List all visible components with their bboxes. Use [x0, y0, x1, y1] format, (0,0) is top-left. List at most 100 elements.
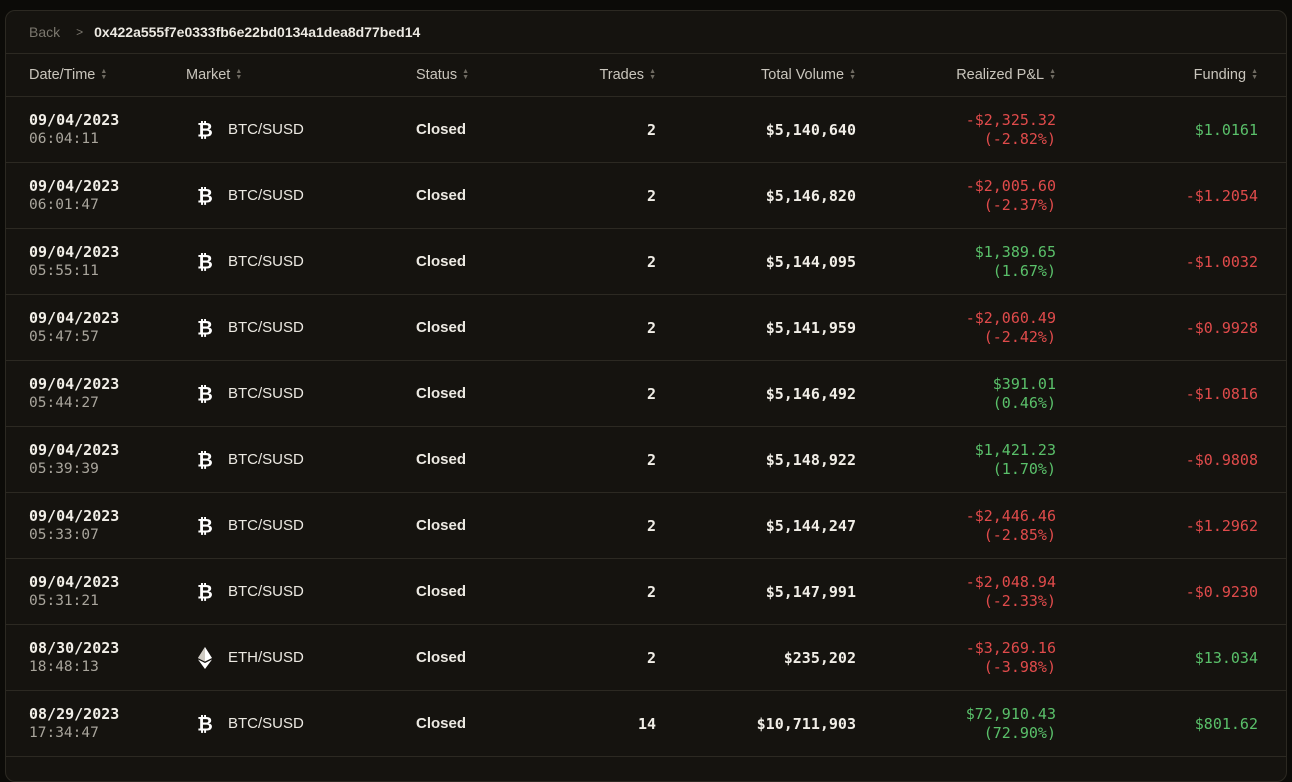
pnl-cell: -$2,005.60 (-2.37%): [866, 163, 1056, 228]
bitcoin-icon: ₿: [190, 445, 220, 475]
funding-cell: $13.034: [1066, 625, 1258, 690]
pnl-value: $391.01: [992, 374, 1056, 393]
header-status-label: Status: [416, 67, 458, 83]
positions-panel: Back > 0x422a555f7e0333fb6e22bd0134a1dea…: [5, 10, 1287, 782]
datetime-cell: 09/04/2023 05:47:57: [29, 295, 179, 360]
trades-count: 2: [646, 582, 656, 601]
header-trades[interactable]: Trades ▲ ▼: [546, 54, 656, 96]
sort-icon: ▲ ▼: [1251, 68, 1258, 81]
funding-value: -$0.9230: [1185, 582, 1258, 601]
pnl-percent: (0.46%): [992, 393, 1056, 412]
table-row[interactable]: 09/04/2023 05:44:27 ₿ BTC/SUSD Closed 2 …: [6, 361, 1286, 427]
pnl-cell: -$2,048.94 (-2.33%): [866, 559, 1056, 624]
sort-icon: ▲ ▼: [849, 68, 856, 81]
date-text: 08/30/2023: [29, 638, 120, 657]
pnl-value: $1,389.65: [974, 242, 1056, 261]
total-volume: $5,144,247: [765, 516, 856, 535]
market-cell: ₿ BTC/SUSD: [186, 361, 386, 426]
svg-text:₿: ₿: [197, 581, 213, 603]
sort-icon: ▲ ▼: [649, 68, 656, 81]
pnl-value: $72,910.43: [965, 704, 1056, 723]
status-text: Closed: [416, 649, 467, 666]
header-volume[interactable]: Total Volume ▲ ▼: [686, 54, 856, 96]
pnl-percent: (1.67%): [992, 261, 1056, 280]
header-market[interactable]: Market ▲ ▼: [186, 54, 386, 96]
table-row[interactable]: 09/04/2023 05:31:21 ₿ BTC/SUSD Closed 2 …: [6, 559, 1286, 625]
volume-cell: $5,144,247: [686, 493, 856, 558]
funding-value: $13.034: [1194, 648, 1258, 667]
time-text: 05:31:21: [29, 592, 99, 609]
volume-cell: $235,202: [686, 625, 856, 690]
table-row[interactable]: 09/04/2023 06:01:47 ₿ BTC/SUSD Closed 2 …: [6, 163, 1286, 229]
market-cell: ₿ BTC/SUSD: [186, 163, 386, 228]
status-text: Closed: [416, 319, 467, 336]
status-cell: Closed: [416, 97, 536, 162]
table-row[interactable]: 08/29/2023 17:34:47 ₿ BTC/SUSD Closed 14…: [6, 691, 1286, 757]
volume-cell: $5,146,820: [686, 163, 856, 228]
table-row[interactable]: 09/04/2023 05:55:11 ₿ BTC/SUSD Closed 2 …: [6, 229, 1286, 295]
trades-count: 2: [646, 120, 656, 139]
date-text: 09/04/2023: [29, 308, 120, 327]
total-volume: $5,144,095: [765, 252, 856, 271]
trades-cell: 2: [546, 493, 656, 558]
volume-cell: $5,141,959: [686, 295, 856, 360]
market-cell: ₿ BTC/SUSD: [186, 559, 386, 624]
funding-cell: -$1.2054: [1066, 163, 1258, 228]
time-text: 06:04:11: [29, 130, 99, 147]
trades-count: 14: [637, 714, 656, 733]
market-name: BTC/SUSD: [228, 187, 304, 204]
trades-cell: 14: [546, 691, 656, 756]
pnl-value: -$2,005.60: [965, 176, 1056, 195]
trades-cell: 2: [546, 163, 656, 228]
pnl-cell: $1,421.23 (1.70%): [866, 427, 1056, 492]
market-name: BTC/SUSD: [228, 715, 304, 732]
pnl-value: $1,421.23: [974, 440, 1056, 459]
header-volume-label: Total Volume: [761, 67, 845, 83]
table-row[interactable]: 09/04/2023 06:04:11 ₿ BTC/SUSD Closed 2 …: [6, 97, 1286, 163]
svg-text:₿: ₿: [197, 251, 213, 273]
pnl-percent: (-2.82%): [983, 129, 1056, 148]
market-name: BTC/SUSD: [228, 319, 304, 336]
date-text: 09/04/2023: [29, 374, 120, 393]
pnl-value: -$2,325.32: [965, 110, 1056, 129]
funding-value: -$1.2962: [1185, 516, 1258, 535]
total-volume: $5,140,640: [765, 120, 856, 139]
bitcoin-icon: ₿: [190, 313, 220, 343]
bitcoin-icon: ₿: [190, 379, 220, 409]
table-row[interactable]: 09/04/2023 05:47:57 ₿ BTC/SUSD Closed 2 …: [6, 295, 1286, 361]
volume-cell: $5,148,922: [686, 427, 856, 492]
back-link[interactable]: Back: [29, 24, 60, 40]
market-name: BTC/SUSD: [228, 517, 304, 534]
funding-value: -$1.2054: [1185, 186, 1258, 205]
header-pnl[interactable]: Realized P&L ▲ ▼: [866, 54, 1056, 96]
header-status[interactable]: Status ▲ ▼: [416, 54, 536, 96]
date-text: 08/29/2023: [29, 704, 120, 723]
market-cell: ₿ BTC/SUSD: [186, 691, 386, 756]
header-market-label: Market: [186, 67, 231, 83]
time-text: 18:48:13: [29, 658, 99, 675]
time-text: 05:39:39: [29, 460, 99, 477]
market-name: BTC/SUSD: [228, 121, 304, 138]
header-datetime[interactable]: Date/Time ▲ ▼: [29, 54, 179, 96]
header-funding-label: Funding: [1193, 67, 1247, 83]
pnl-cell: $1,389.65 (1.67%): [866, 229, 1056, 294]
pnl-value: -$2,060.49: [965, 308, 1056, 327]
pnl-percent: (-2.37%): [983, 195, 1056, 214]
table-row[interactable]: 08/30/2023 18:48:13 ETH/SUSD Closed 2 $2…: [6, 625, 1286, 691]
funding-cell: $801.62: [1066, 691, 1258, 756]
pnl-percent: (-2.33%): [983, 591, 1056, 610]
bitcoin-icon: ₿: [190, 181, 220, 211]
header-funding[interactable]: Funding ▲ ▼: [1066, 54, 1258, 96]
svg-text:₿: ₿: [197, 185, 213, 207]
table-row[interactable]: 09/04/2023 05:33:07 ₿ BTC/SUSD Closed 2 …: [6, 493, 1286, 559]
table-row[interactable]: 09/04/2023 05:39:39 ₿ BTC/SUSD Closed 2 …: [6, 427, 1286, 493]
status-text: Closed: [416, 253, 467, 270]
pnl-cell: $72,910.43 (72.90%): [866, 691, 1056, 756]
pnl-value: -$2,048.94: [965, 572, 1056, 591]
funding-value: -$1.0032: [1185, 252, 1258, 271]
volume-cell: $5,140,640: [686, 97, 856, 162]
date-text: 09/04/2023: [29, 572, 120, 591]
trades-cell: 2: [546, 427, 656, 492]
datetime-cell: 08/30/2023 18:48:13: [29, 625, 179, 690]
svg-text:₿: ₿: [197, 713, 213, 735]
